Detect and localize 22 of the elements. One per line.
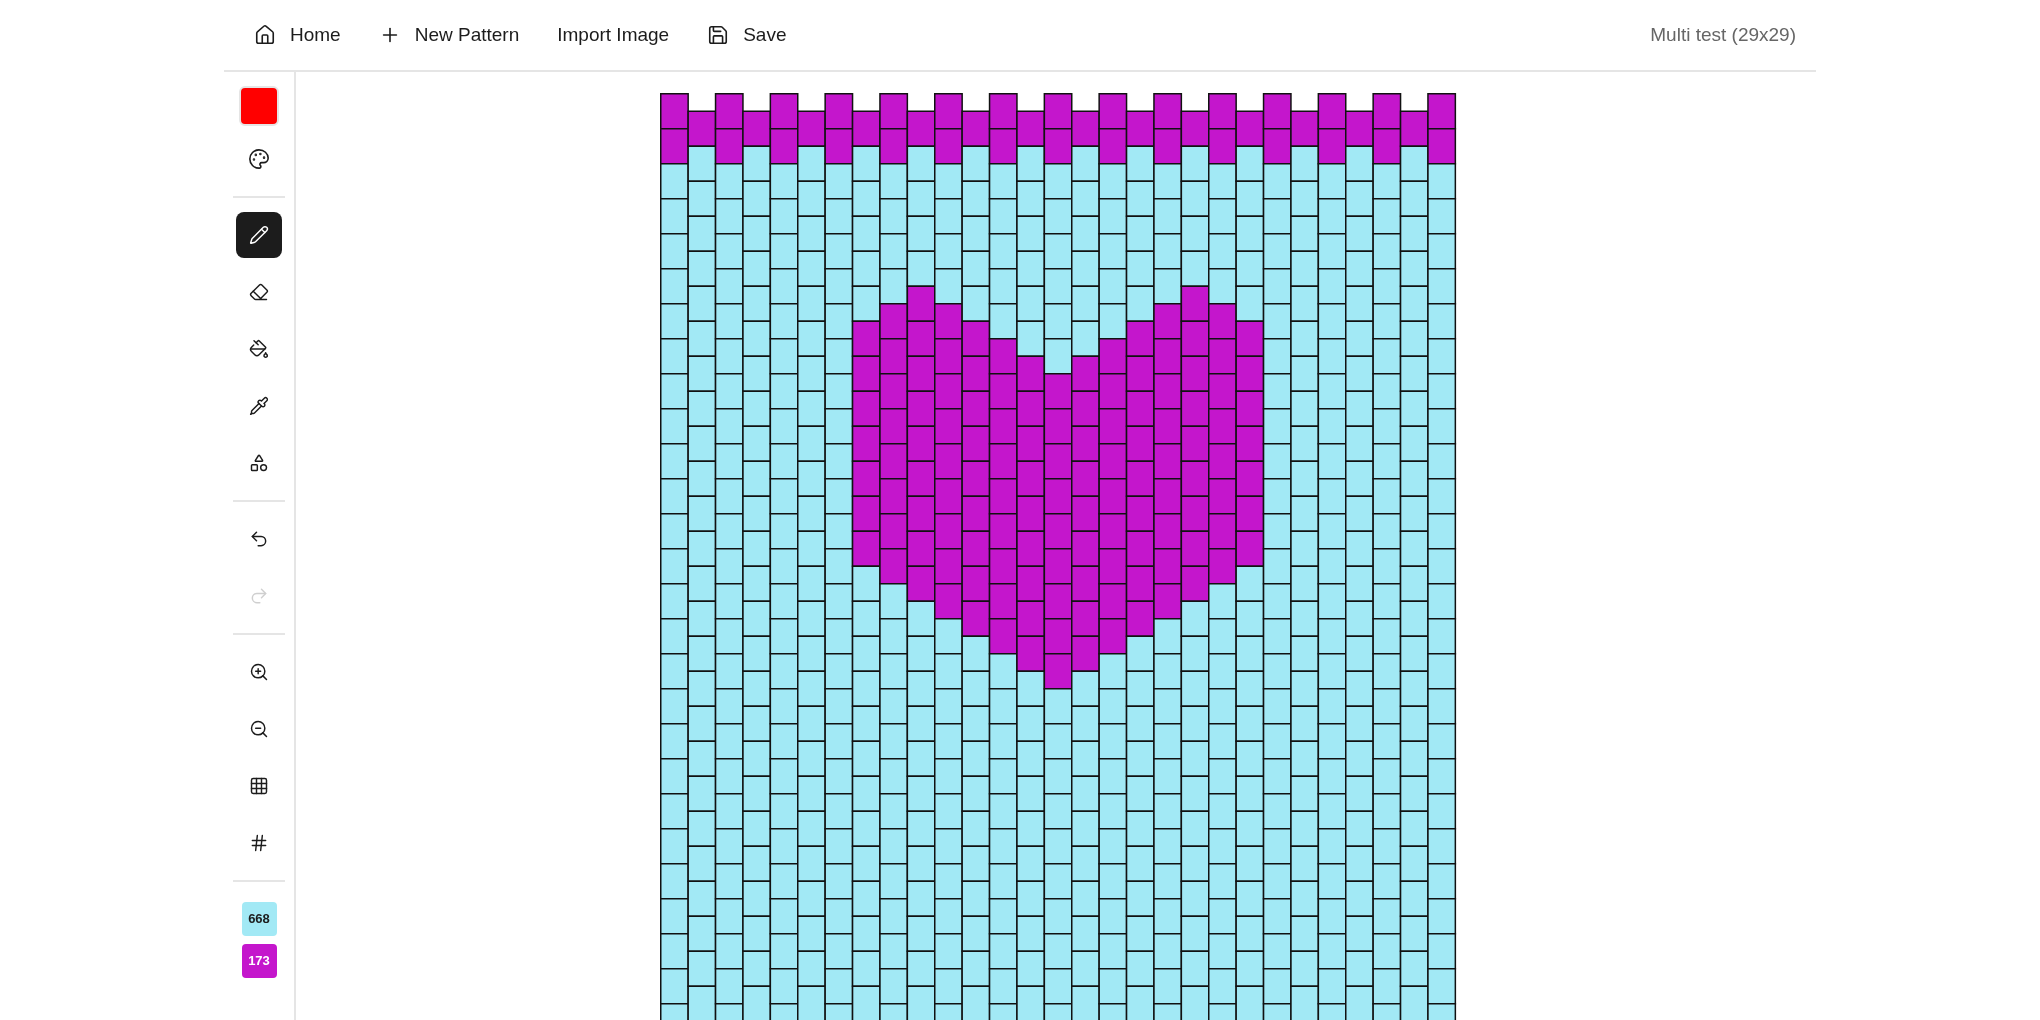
palette-icon xyxy=(248,148,270,170)
zoom-in-icon xyxy=(249,662,269,682)
shapes-icon xyxy=(249,453,269,473)
palette-color-chip[interactable]: 173 xyxy=(241,944,277,978)
import-nav-button[interactable]: Import Image xyxy=(557,20,670,50)
palette-color-chip[interactable]: 668 xyxy=(241,902,277,936)
save-nav-button[interactable]: Save xyxy=(707,20,787,50)
new-nav-button[interactable]: New Pattern xyxy=(378,20,520,50)
pattern-title: Multi test (29x29) xyxy=(1650,22,1796,47)
grid-icon xyxy=(249,776,269,796)
home-icon xyxy=(254,24,276,46)
pipette-icon xyxy=(249,396,269,416)
paint-bucket-icon xyxy=(249,339,269,359)
home-nav-button[interactable]: Home xyxy=(254,20,341,50)
hash-icon xyxy=(249,833,269,853)
save-icon xyxy=(707,24,730,46)
current-color-swatch[interactable] xyxy=(239,86,279,126)
pencil-tool[interactable] xyxy=(236,212,282,258)
bead-pattern-drawing[interactable] xyxy=(660,93,1457,1020)
pencil-icon xyxy=(249,225,269,245)
eraser-icon xyxy=(249,282,269,302)
zoom-out-icon xyxy=(249,719,269,739)
